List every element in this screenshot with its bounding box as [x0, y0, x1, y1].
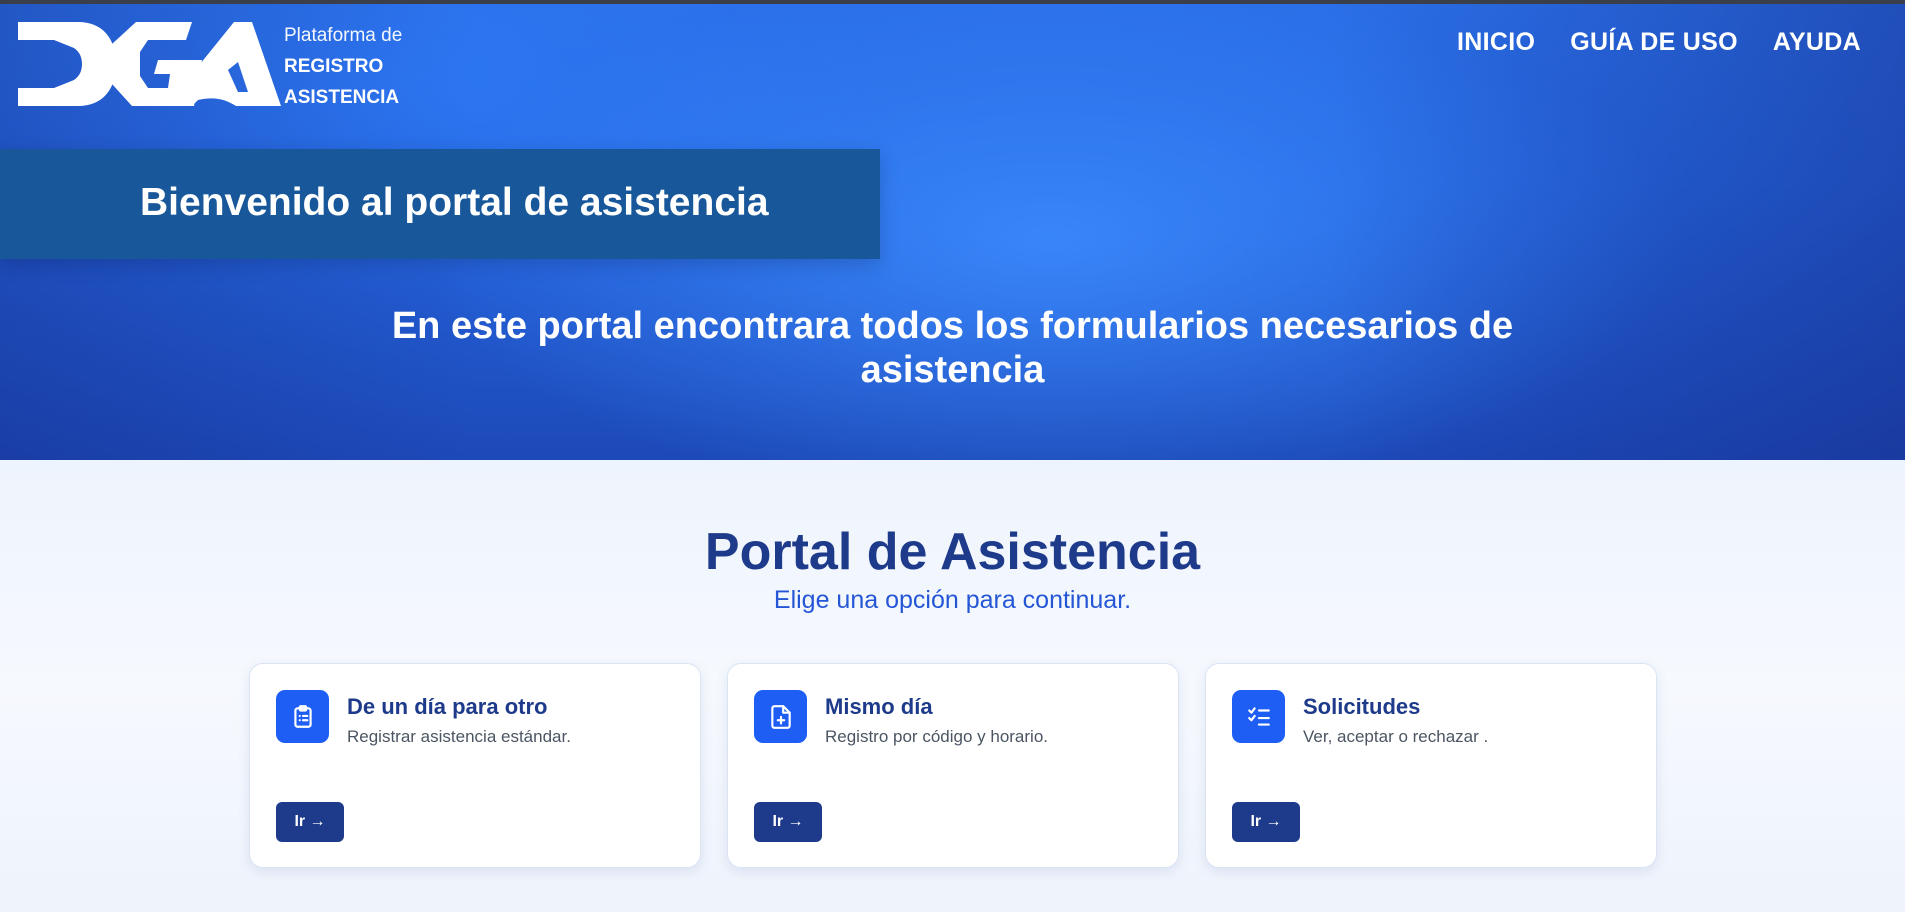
- clipboard-list-icon: [276, 690, 329, 743]
- card-title: Mismo día: [825, 694, 933, 719]
- window-top-border: [0, 0, 1905, 4]
- brand-text: Plataforma de REGISTRO ASISTENCIA: [284, 20, 402, 113]
- card-solicitudes[interactable]: Solicitudes Ver, aceptar o rechazar . Ir…: [1205, 663, 1657, 868]
- portal-section: Portal de Asistencia Elige una opción pa…: [0, 460, 1905, 912]
- nav-ayuda[interactable]: AYUDA: [1773, 28, 1861, 57]
- hero-banner: Plataforma de REGISTRO ASISTENCIA INICIO…: [0, 0, 1905, 460]
- welcome-band: Bienvenido al portal de asistencia: [0, 149, 880, 259]
- card-description: Registro por código y horario.: [825, 727, 1049, 746]
- portal-title: Portal de Asistencia: [704, 523, 1201, 581]
- card-de-un-dia-para-otro[interactable]: De un día para otro Registrar asistencia…: [249, 663, 701, 868]
- ir-button-de-un-dia-para-otro[interactable]: Ir →: [276, 802, 344, 842]
- card-title: De un día para otro: [347, 694, 548, 719]
- card-description: Registrar asistencia estándar.: [347, 727, 571, 746]
- brand-line-registro: REGISTRO: [284, 56, 384, 77]
- card-title: Solicitudes: [1303, 694, 1421, 719]
- checklist-icon: [1232, 690, 1285, 743]
- nav-guia-de-uso[interactable]: GUÍA DE USO: [1570, 28, 1738, 57]
- dga-logo-icon: [18, 22, 281, 106]
- brand-subtitle: Plataforma de: [284, 25, 403, 46]
- dga-logo[interactable]: [16, 22, 281, 106]
- main-nav: INICIO GUÍA DE USO AYUDA: [1457, 28, 1861, 57]
- card-description: Ver, aceptar o rechazar .: [1303, 727, 1489, 746]
- portal-subtitle: Elige una opción para continuar.: [773, 586, 1132, 614]
- card-mismo-dia[interactable]: Mismo día Registro por código y horario.…: [727, 663, 1179, 868]
- brand-line-asistencia: ASISTENCIA: [284, 87, 400, 108]
- welcome-heading: Bienvenido al portal de asistencia: [140, 181, 769, 224]
- nav-inicio[interactable]: INICIO: [1457, 28, 1535, 57]
- hero-description: En este portal encontrara todos los form…: [391, 305, 1514, 391]
- ir-button-mismo-dia[interactable]: Ir →: [754, 802, 822, 842]
- ir-button-solicitudes[interactable]: Ir →: [1232, 802, 1300, 842]
- file-plus-icon: [754, 690, 807, 743]
